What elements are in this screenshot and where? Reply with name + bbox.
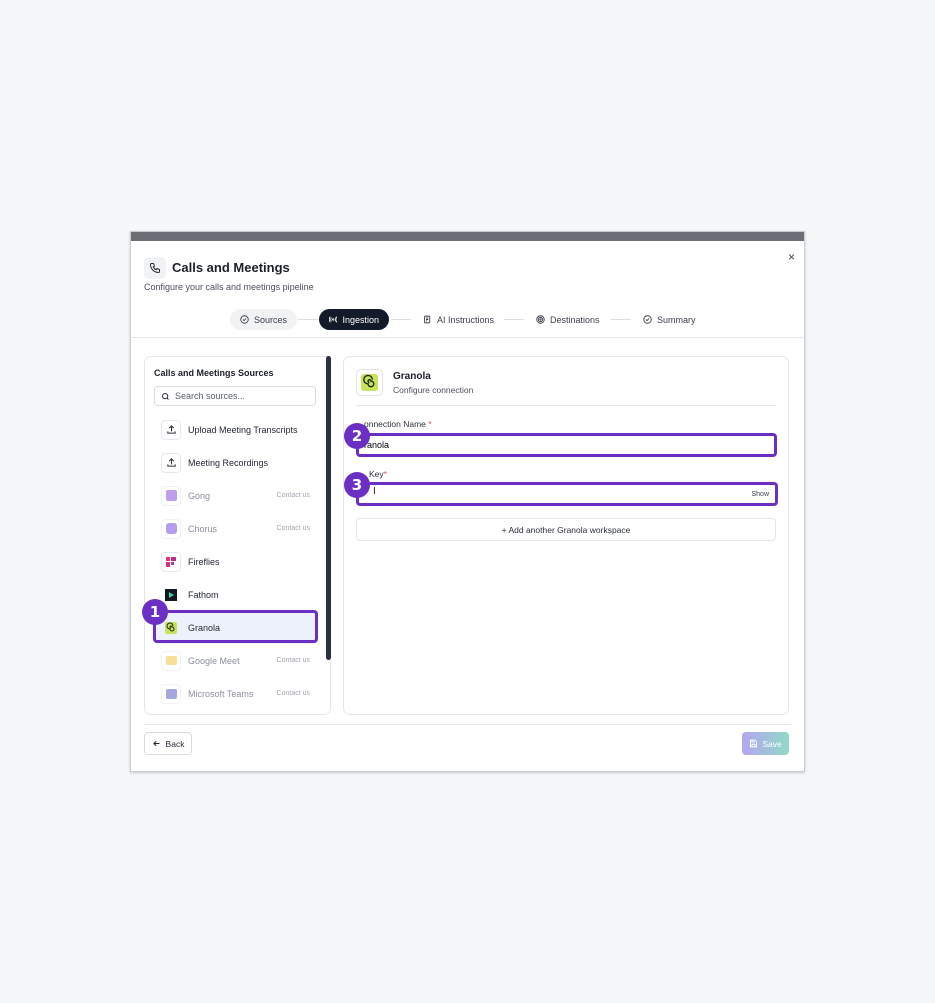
target-icon xyxy=(536,315,545,324)
connection-config-panel: Granola Configure connection onnection N… xyxy=(343,356,789,715)
api-key-field[interactable]: Show xyxy=(356,482,778,506)
api-key-input[interactable] xyxy=(364,489,734,499)
connection-name-field[interactable] xyxy=(356,433,777,457)
step-connector xyxy=(391,319,411,320)
contact-us-link[interactable]: Contact us xyxy=(277,525,310,532)
step-connector xyxy=(611,319,631,320)
step-sources[interactable]: Sources xyxy=(230,309,298,330)
source-item-microsoft-teams[interactable]: Microsoft Teams Contact us xyxy=(154,677,318,710)
step-connector xyxy=(298,319,318,320)
step-badge-2: 2 xyxy=(344,423,370,449)
step-label: Sources xyxy=(254,314,288,325)
contact-us-link[interactable]: Contact us xyxy=(277,657,310,664)
phone-icon xyxy=(144,257,166,279)
granola-logo-icon xyxy=(356,369,383,396)
source-item-fathom[interactable]: Fathom xyxy=(154,578,318,611)
contact-us-link[interactable]: Contact us xyxy=(277,492,310,499)
save-icon xyxy=(750,739,758,748)
step-label: Destinations xyxy=(550,314,600,325)
show-key-toggle[interactable]: Show xyxy=(751,491,769,498)
stepper: Sources Ingestion AI Instructions Destin… xyxy=(131,309,804,331)
step-badge-1: 1 xyxy=(142,599,168,625)
step-label: AI Instructions xyxy=(437,314,495,325)
fireflies-logo-icon xyxy=(161,551,181,572)
connection-name-input[interactable] xyxy=(364,440,734,450)
search-box[interactable] xyxy=(154,386,316,406)
step-ai-instructions[interactable]: AI Instructions xyxy=(413,309,504,330)
sources-panel: Calls and Meetings Sources Upload Meetin… xyxy=(144,356,331,715)
step-connector xyxy=(504,319,524,320)
contact-us-link[interactable]: Contact us xyxy=(277,690,310,697)
source-label: Microsoft Teams xyxy=(188,688,254,699)
back-button[interactable]: Back xyxy=(144,732,192,755)
upload-icon xyxy=(161,452,181,473)
source-label: Fireflies xyxy=(188,556,220,567)
chorus-logo-icon xyxy=(161,518,181,539)
google-meet-logo-icon xyxy=(161,650,181,671)
back-label: Back xyxy=(165,738,185,749)
step-ingestion[interactable]: Ingestion xyxy=(319,309,389,330)
upload-icon xyxy=(161,419,181,440)
source-label: Meeting Recordings xyxy=(188,457,269,468)
search-input[interactable] xyxy=(175,391,295,401)
dialog-subtitle: Configure your calls and meetings pipeli… xyxy=(144,282,314,292)
check-circle-icon xyxy=(240,315,249,324)
text-cursor-icon: I xyxy=(373,486,376,497)
gong-logo-icon xyxy=(161,485,181,506)
header-divider xyxy=(131,337,804,338)
check-circle-icon xyxy=(643,315,652,324)
highlight-granola xyxy=(153,610,318,643)
add-workspace-button[interactable]: + Add another Granola workspace xyxy=(356,518,776,541)
integration-subtitle: Configure connection xyxy=(393,385,474,395)
step-destinations[interactable]: Destinations xyxy=(526,309,610,330)
fathom-logo-icon xyxy=(161,584,181,605)
step-summary[interactable]: Summary xyxy=(633,309,706,330)
dialog-top-bar xyxy=(131,232,804,241)
sources-list: Upload Meeting Transcripts Meeting Recor… xyxy=(154,413,318,710)
sources-panel-title: Calls and Meetings Sources xyxy=(154,368,274,378)
step-label: Summary xyxy=(657,314,696,325)
api-key-label: Key* xyxy=(369,469,387,479)
step-badge-3: 3 xyxy=(344,472,370,498)
save-label: Save xyxy=(762,738,782,749)
teams-logo-icon xyxy=(161,683,181,704)
source-item-chorus[interactable]: Chorus Contact us xyxy=(154,512,318,545)
close-icon[interactable]: × xyxy=(788,250,795,264)
search-icon xyxy=(162,392,169,400)
config-divider xyxy=(356,405,776,406)
source-item-google-meet[interactable]: Google Meet Contact us xyxy=(154,644,318,677)
source-label: Gong xyxy=(188,490,211,501)
integration-name: Granola xyxy=(393,371,431,382)
source-item-fireflies[interactable]: Fireflies xyxy=(154,545,318,578)
source-item-gong[interactable]: Gong Contact us xyxy=(154,479,318,512)
source-label: Google Meet xyxy=(188,655,240,666)
sources-scrollbar[interactable] xyxy=(326,356,331,660)
connection-name-label: onnection Name * xyxy=(364,419,432,429)
document-ai-icon xyxy=(424,315,431,324)
broadcast-icon xyxy=(329,316,338,323)
footer-divider xyxy=(144,724,791,725)
save-button[interactable]: Save xyxy=(742,732,789,755)
source-label: Fathom xyxy=(188,589,219,600)
arrow-left-icon xyxy=(152,740,160,747)
calls-meetings-dialog: Calls and Meetings Configure your calls … xyxy=(130,231,805,772)
step-label: Ingestion xyxy=(342,314,379,325)
source-label: Upload Meeting Transcripts xyxy=(188,424,298,435)
dialog-title: Calls and Meetings xyxy=(172,260,290,275)
source-label: Chorus xyxy=(188,523,218,534)
source-item-meeting-recordings[interactable]: Meeting Recordings xyxy=(154,446,318,479)
source-item-upload-transcripts[interactable]: Upload Meeting Transcripts xyxy=(154,413,318,446)
